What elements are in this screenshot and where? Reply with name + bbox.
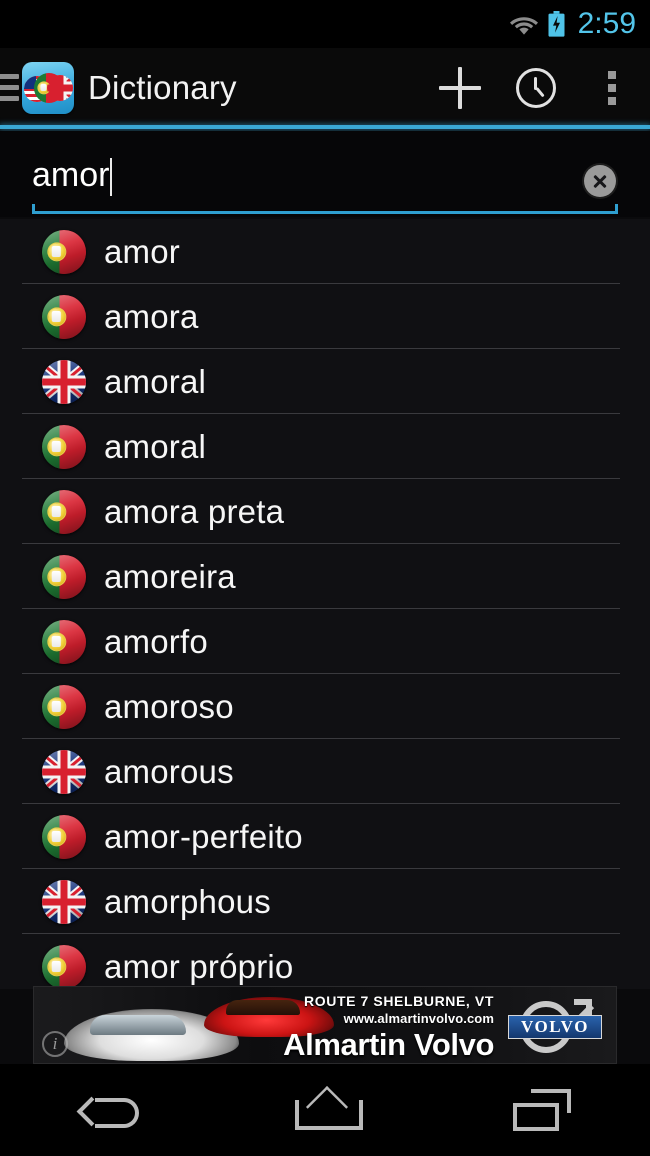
list-item[interactable]: amora bbox=[0, 284, 650, 349]
list-item-label: amor próprio bbox=[104, 948, 294, 985]
overflow-button[interactable] bbox=[574, 48, 650, 127]
list-item-label: amor-perfeito bbox=[104, 818, 303, 855]
portugal-flag-icon bbox=[42, 554, 86, 599]
status-bar: 2:59 bbox=[0, 0, 650, 48]
portugal-flag-icon bbox=[42, 684, 86, 729]
list-item[interactable]: amor bbox=[0, 219, 650, 284]
list-item-label: amoral bbox=[104, 428, 207, 465]
volvo-wordmark: VOLVO bbox=[508, 1015, 602, 1039]
history-button[interactable] bbox=[498, 48, 574, 127]
ad-website: www.almartinvolvo.com bbox=[343, 1010, 494, 1026]
portugal-flag-icon bbox=[42, 814, 86, 859]
list-item-label: amorfo bbox=[104, 623, 208, 660]
status-icons: 2:59 bbox=[509, 9, 636, 39]
search-input-value: amor bbox=[32, 156, 110, 194]
uk-flag-icon bbox=[42, 359, 86, 404]
plus-icon bbox=[439, 66, 481, 109]
add-button[interactable] bbox=[422, 48, 498, 127]
volvo-wordmark-text: VOLVO bbox=[520, 1017, 590, 1036]
page-title: Dictionary bbox=[88, 69, 237, 106]
action-bar-underline bbox=[0, 125, 650, 129]
ad-banner[interactable]: ROUTE 7 SHELBURNE, VT www.almartinvolvo.… bbox=[33, 986, 617, 1064]
uk-flag-icon bbox=[42, 749, 86, 794]
list-item[interactable]: amoral bbox=[0, 414, 650, 479]
list-item-label: amoreira bbox=[104, 558, 236, 595]
home-button[interactable] bbox=[217, 1064, 434, 1156]
portugal-flag-icon bbox=[42, 294, 86, 339]
uk-flag-icon bbox=[42, 879, 86, 924]
recents-button[interactable] bbox=[433, 1064, 650, 1156]
back-button[interactable] bbox=[0, 1064, 217, 1156]
list-item-label: amora bbox=[104, 298, 199, 335]
list-item[interactable]: amor próprio bbox=[0, 934, 650, 989]
search-underline bbox=[32, 204, 618, 214]
wifi-icon bbox=[509, 13, 539, 35]
list-item-label: amor bbox=[104, 233, 180, 270]
action-bar-actions bbox=[422, 48, 650, 127]
back-arrow-icon bbox=[79, 1090, 140, 1130]
search-input[interactable]: amor bbox=[32, 149, 618, 201]
list-item[interactable]: amoral bbox=[0, 349, 650, 414]
list-item-label: amoral bbox=[104, 363, 207, 400]
portugal-flag-icon bbox=[42, 229, 86, 274]
text-caret bbox=[110, 158, 113, 196]
hamburger-menu-icon[interactable] bbox=[0, 73, 19, 103]
clock-icon bbox=[516, 67, 556, 108]
ad-brand: Almartin Volvo bbox=[283, 1027, 494, 1063]
list-item-label: amorphous bbox=[104, 883, 271, 920]
dictionary-app-icon[interactable] bbox=[22, 61, 74, 114]
recents-icon bbox=[512, 1089, 571, 1131]
navigation-bar bbox=[0, 1064, 650, 1156]
clear-search-button[interactable] bbox=[584, 165, 616, 197]
portugal-flag-icon bbox=[42, 619, 86, 664]
more-vertical-icon bbox=[608, 70, 616, 105]
android-screen: 2:59 Dictionary amor amor amora amoral a… bbox=[0, 0, 650, 1156]
list-item[interactable]: amoroso bbox=[0, 674, 650, 739]
status-clock: 2:59 bbox=[577, 7, 636, 40]
volvo-logo: VOLVO bbox=[506, 999, 604, 1053]
list-item-label: amora preta bbox=[104, 493, 285, 530]
list-item[interactable]: amoreira bbox=[0, 544, 650, 609]
ad-text-block: ROUTE 7 SHELBURNE, VT www.almartinvolvo.… bbox=[174, 993, 494, 1062]
list-item[interactable]: amorous bbox=[0, 739, 650, 804]
portugal-flag-icon bbox=[42, 424, 86, 469]
ad-address: ROUTE 7 SHELBURNE, VT bbox=[304, 993, 494, 1009]
list-item[interactable]: amor-perfeito bbox=[0, 804, 650, 869]
ad-info-icon[interactable]: i bbox=[42, 1031, 68, 1057]
portugal-flag-icon bbox=[42, 944, 86, 989]
home-icon bbox=[294, 1090, 363, 1130]
search-bar: amor bbox=[0, 131, 650, 217]
list-item-label: amoroso bbox=[104, 688, 234, 725]
list-item-label: amorous bbox=[104, 753, 234, 790]
results-list[interactable]: amor amora amoral amoral amora preta amoreira… bbox=[0, 219, 650, 989]
list-item[interactable]: amorphous bbox=[0, 869, 650, 934]
action-bar: Dictionary bbox=[0, 48, 650, 127]
battery-charging-icon bbox=[548, 11, 565, 37]
list-item[interactable]: amorfo bbox=[0, 609, 650, 674]
list-item[interactable]: amora preta bbox=[0, 479, 650, 544]
portugal-flag-icon bbox=[42, 489, 86, 534]
